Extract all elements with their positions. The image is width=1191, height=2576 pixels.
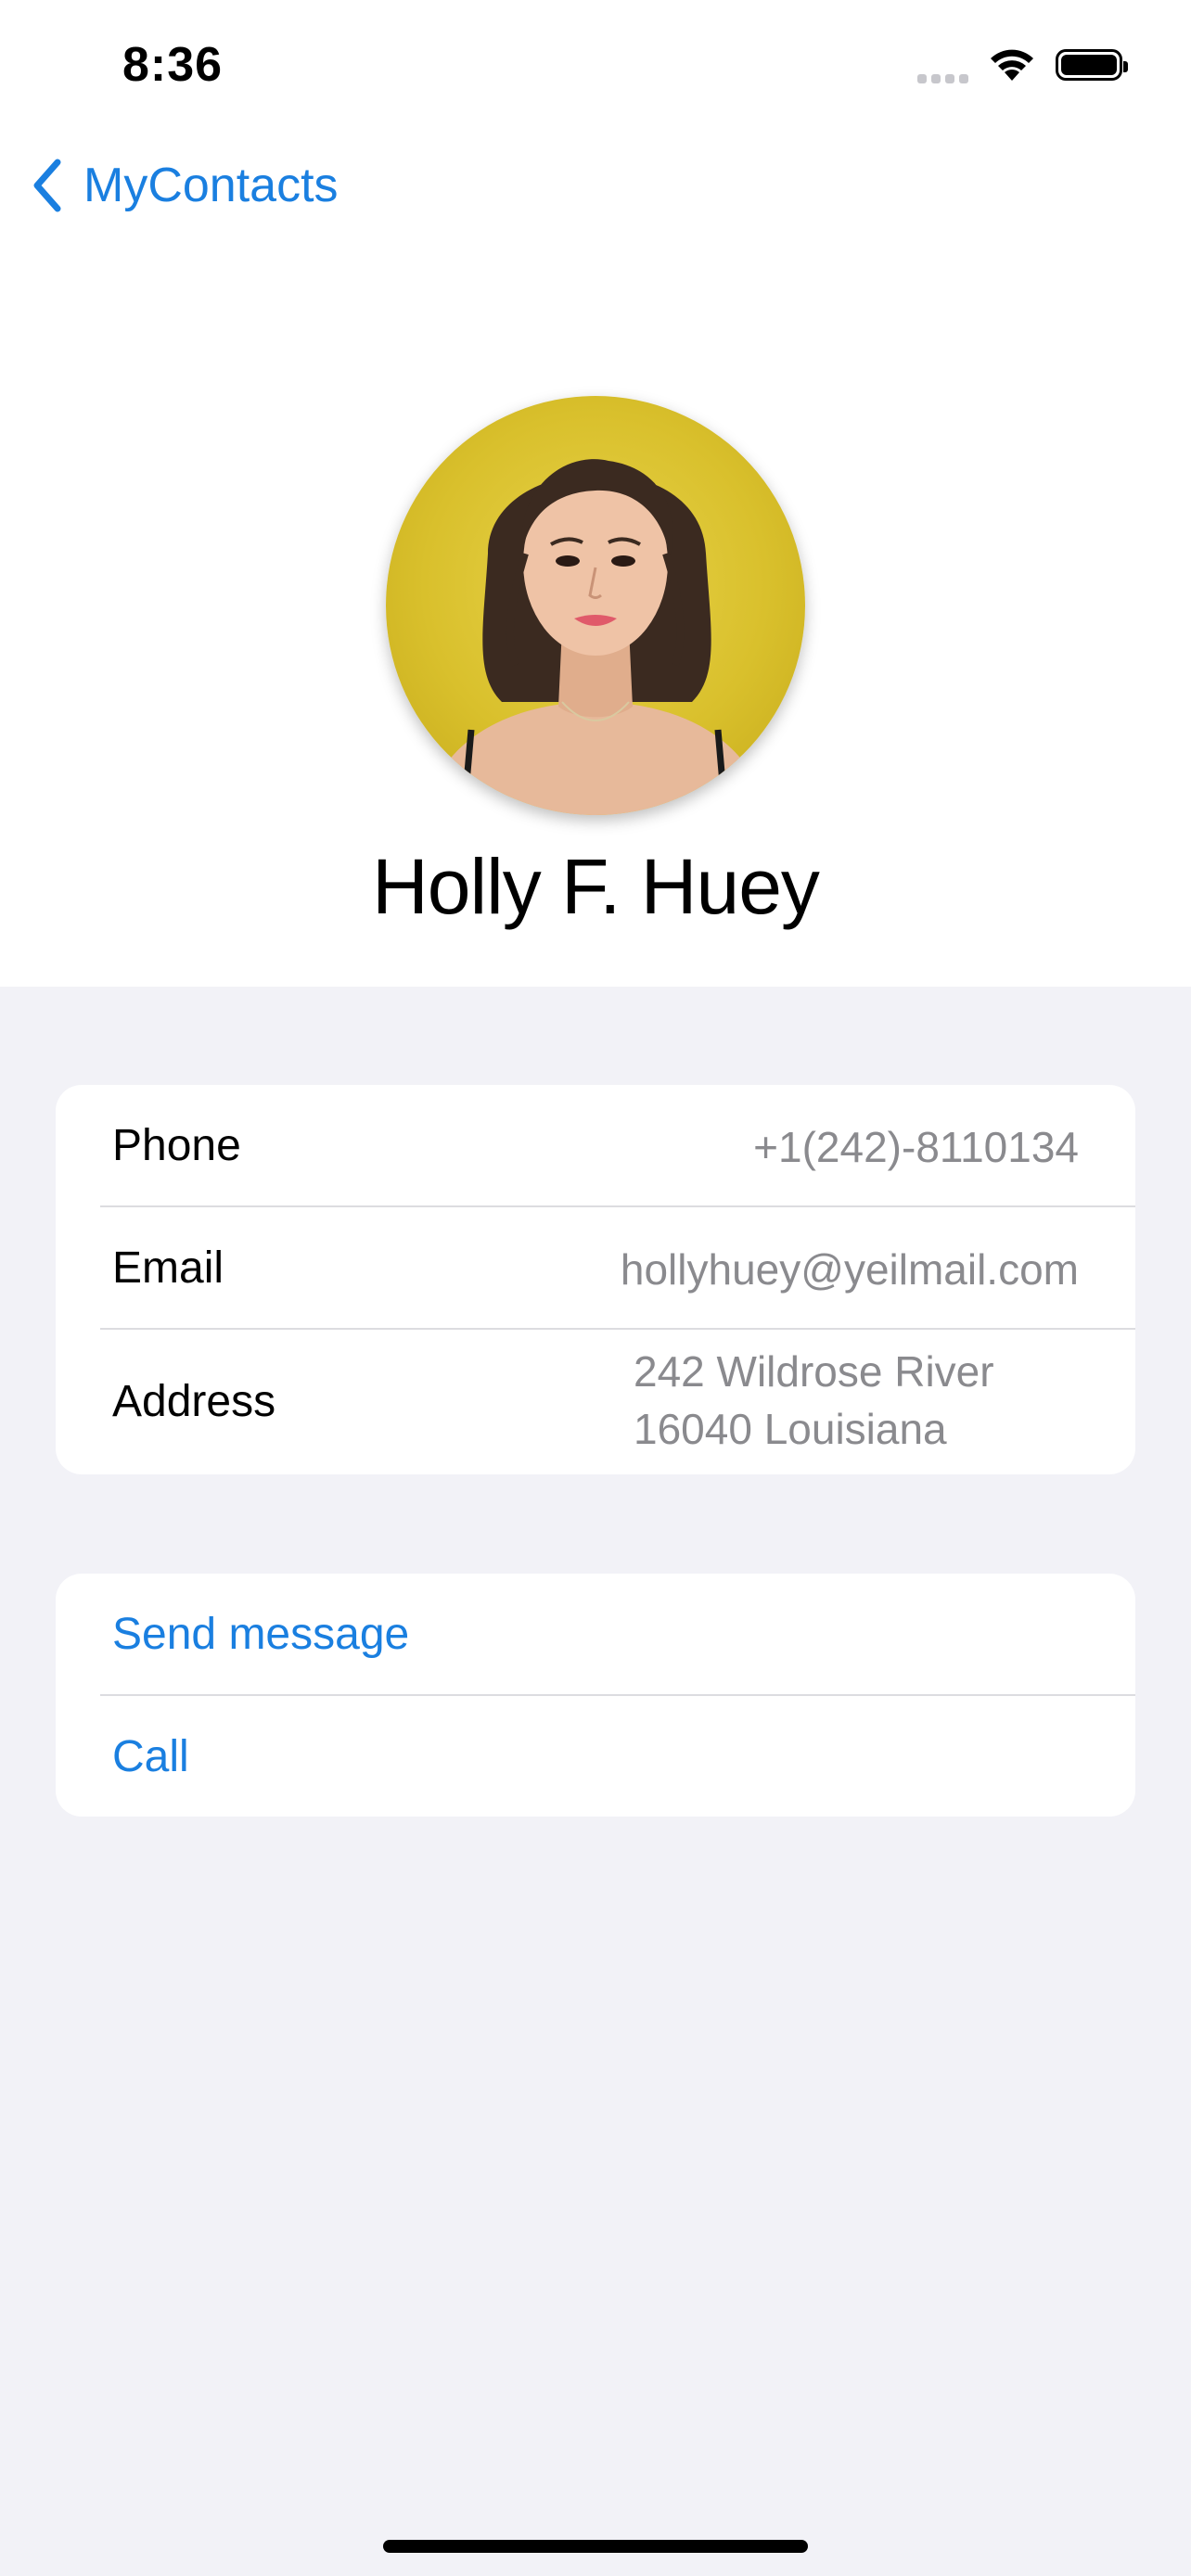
address-value: 242 Wildrose River 16040 Louisiana xyxy=(634,1343,994,1458)
home-indicator[interactable] xyxy=(383,2540,808,2553)
email-label: Email xyxy=(112,1243,224,1293)
email-row[interactable]: Email hollyhuey@yeilmail.com xyxy=(56,1207,1135,1329)
contact-name: Holly F. Huey xyxy=(372,843,820,930)
wifi-icon xyxy=(991,49,1033,81)
send-message-button[interactable]: Send message xyxy=(56,1574,1135,1695)
header-area: 8:36 MyContacts Holly F. Huey xyxy=(0,0,1191,987)
battery-icon xyxy=(1056,49,1128,81)
battery-level xyxy=(1061,55,1117,75)
contact-actions-card: Send message Call xyxy=(56,1574,1135,1817)
call-button[interactable]: Call xyxy=(56,1696,1135,1817)
phone-row[interactable]: Phone +1(242)-8110134 xyxy=(56,1085,1135,1206)
chevron-left-icon xyxy=(33,159,61,212)
avatar-portrait xyxy=(423,459,768,815)
send-message-label: Send message xyxy=(112,1610,410,1659)
contact-avatar xyxy=(386,396,805,815)
address-row[interactable]: Address 242 Wildrose River 16040 Louisia… xyxy=(56,1330,1135,1474)
contact-info-card: Phone +1(242)-8110134 Email hollyhuey@ye… xyxy=(56,1085,1135,1474)
address-line1: 242 Wildrose River xyxy=(634,1347,994,1396)
address-line2: 16040 Louisiana xyxy=(634,1405,947,1453)
back-button[interactable]: MyContacts xyxy=(32,158,339,213)
back-label: MyContacts xyxy=(83,159,339,212)
address-label: Address xyxy=(112,1377,276,1426)
signal-dots-icon xyxy=(917,46,968,83)
call-label: Call xyxy=(112,1732,189,1781)
email-value: hollyhuey@yeilmail.com xyxy=(620,1245,1079,1294)
contact-detail-screen: 8:36 MyContacts Holly F. Huey Phone +1(2… xyxy=(0,0,1191,2576)
phone-label: Phone xyxy=(112,1121,241,1170)
status-time: 8:36 xyxy=(122,38,224,92)
status-icons xyxy=(917,46,1128,83)
phone-value: +1(242)-8110134 xyxy=(753,1123,1079,1171)
